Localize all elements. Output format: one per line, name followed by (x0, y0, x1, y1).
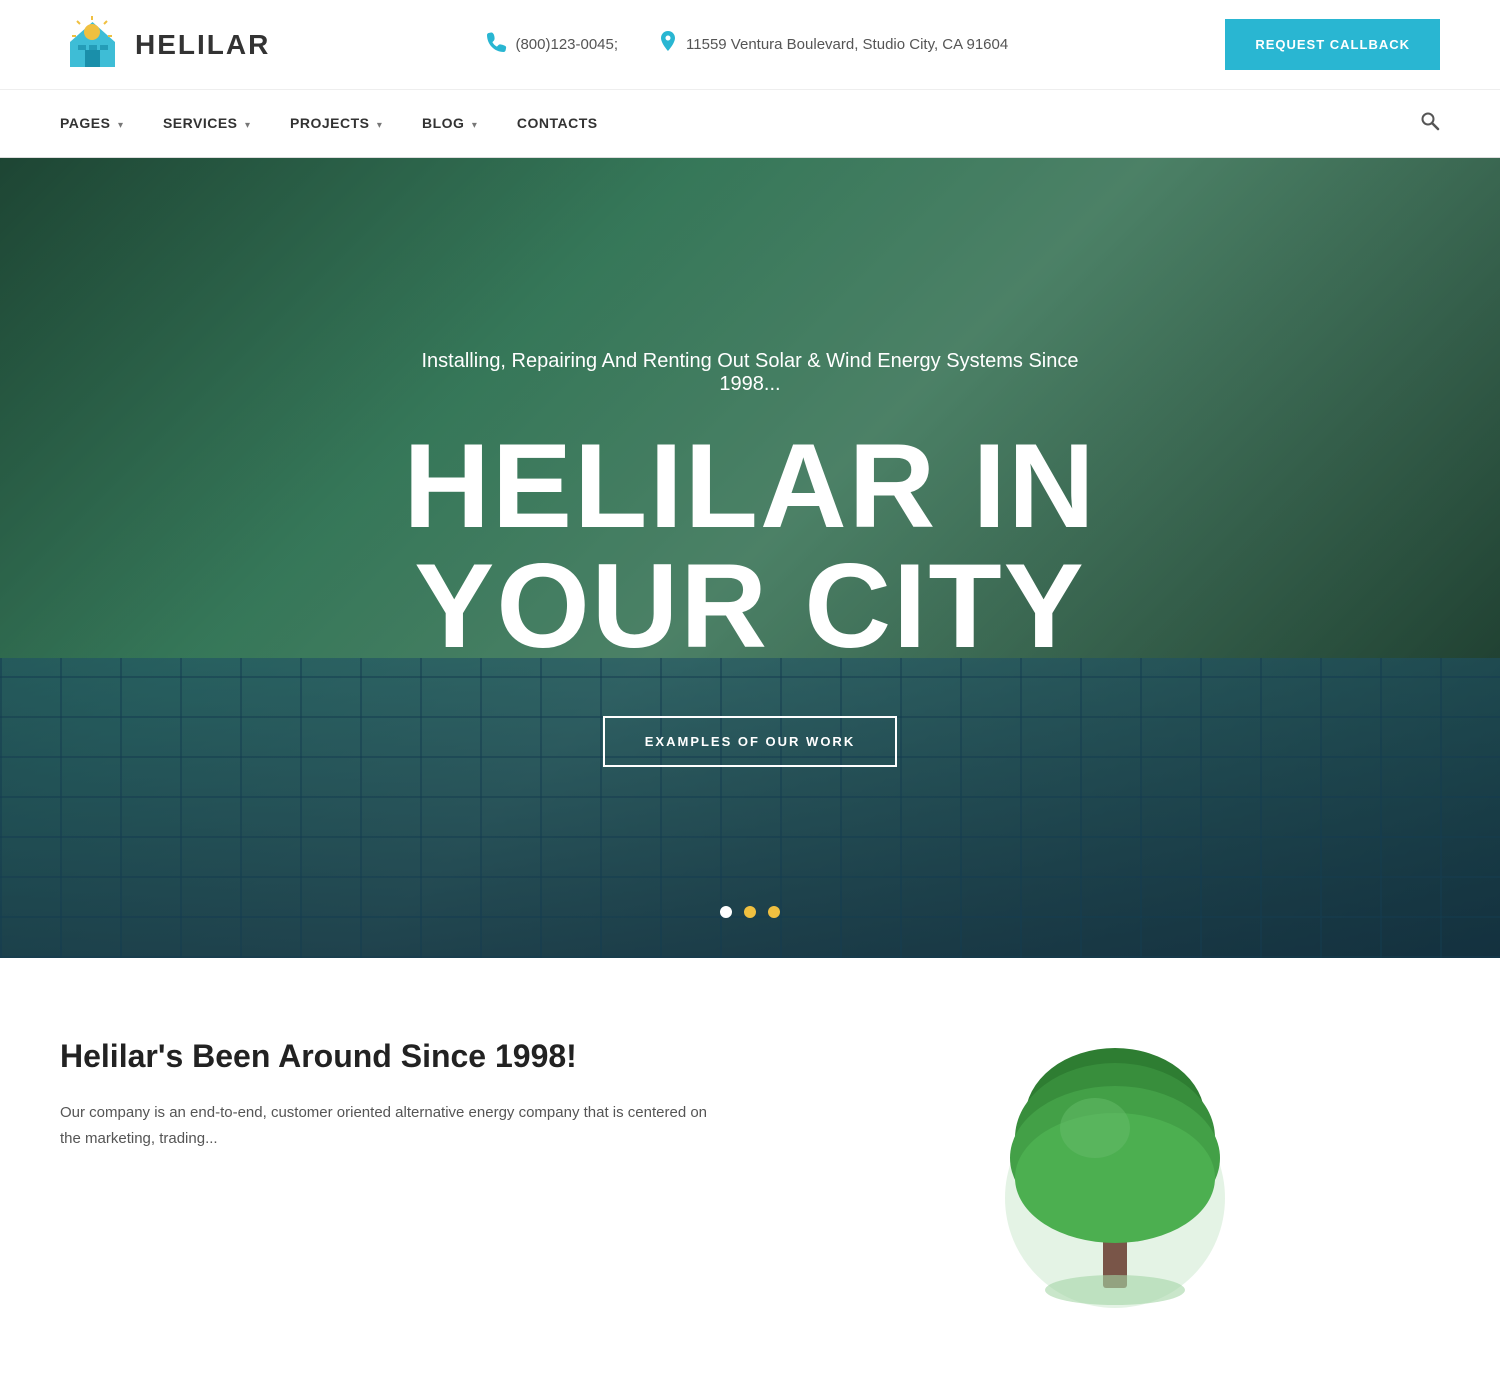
blog-chevron-icon: ▾ (472, 120, 477, 131)
logo-area[interactable]: HELILAR (60, 12, 270, 77)
hero-section: Installing, Repairing And Renting Out So… (0, 158, 1500, 958)
pages-chevron-icon: ▾ (118, 120, 123, 131)
nav-item-blog[interactable]: BLOG ▾ (422, 115, 477, 133)
nav-item-contacts[interactable]: CONTACTS (517, 115, 598, 133)
hero-cta-button[interactable]: EXAMPLES OF OUR WORK (603, 716, 897, 767)
address-icon (658, 31, 678, 58)
hero-title-line1: HELILAR IN (403, 419, 1096, 553)
about-text: Our company is an end-to-end, customer o… (60, 1100, 710, 1151)
hero-title-line2: YOUR CITY (414, 539, 1085, 673)
hero-dot-3[interactable] (768, 906, 780, 918)
nav-item-pages[interactable]: PAGES ▾ (60, 115, 123, 133)
phone-text: (800)123-0045; (515, 36, 618, 53)
nav-links: PAGES ▾ SERVICES ▾ PROJECTS ▾ BLOG ▾ CON… (60, 115, 598, 133)
nav-item-services[interactable]: SERVICES ▾ (163, 115, 250, 133)
nav-link-projects[interactable]: PROJECTS (290, 115, 369, 131)
address-contact: 11559 Ventura Boulevard, Studio City, CA… (658, 31, 1008, 58)
services-chevron-icon: ▾ (245, 120, 250, 131)
main-nav: PAGES ▾ SERVICES ▾ PROJECTS ▾ BLOG ▾ CON… (0, 90, 1500, 158)
hero-dot-2[interactable] (744, 906, 756, 918)
projects-chevron-icon: ▾ (377, 120, 382, 131)
about-title: Helilar's Been Around Since 1998! (60, 1038, 710, 1075)
about-left: Helilar's Been Around Since 1998! Our co… (60, 1038, 710, 1151)
hero-title: HELILAR IN YOUR CITY (403, 426, 1096, 666)
header-contact-info: (800)123-0045; 11559 Ventura Boulevard, … (487, 31, 1008, 58)
logo-icon (60, 12, 125, 77)
green-globe-illustration (975, 1038, 1255, 1318)
phone-icon (487, 32, 507, 57)
nav-link-pages[interactable]: PAGES (60, 115, 110, 131)
phone-contact: (800)123-0045; (487, 32, 618, 57)
search-button[interactable] (1420, 111, 1440, 137)
hero-carousel-dots (720, 906, 780, 918)
hero-dot-1[interactable] (720, 906, 732, 918)
search-icon (1420, 111, 1440, 131)
header-top: HELILAR (800)123-0045; 11559 Ventura Bou… (0, 0, 1500, 90)
about-right (790, 1038, 1440, 1318)
nav-item-projects[interactable]: PROJECTS ▾ (290, 115, 382, 133)
about-section: Helilar's Been Around Since 1998! Our co… (0, 958, 1500, 1378)
request-callback-button[interactable]: REQUEST CALLBACK (1225, 19, 1440, 70)
hero-subtitle: Installing, Repairing And Renting Out So… (400, 350, 1100, 396)
nav-link-services[interactable]: SERVICES (163, 115, 238, 131)
nav-link-contacts[interactable]: CONTACTS (517, 115, 598, 131)
address-text: 11559 Ventura Boulevard, Studio City, CA… (686, 36, 1008, 53)
nav-link-blog[interactable]: BLOG (422, 115, 464, 131)
logo-text: HELILAR (135, 29, 270, 61)
